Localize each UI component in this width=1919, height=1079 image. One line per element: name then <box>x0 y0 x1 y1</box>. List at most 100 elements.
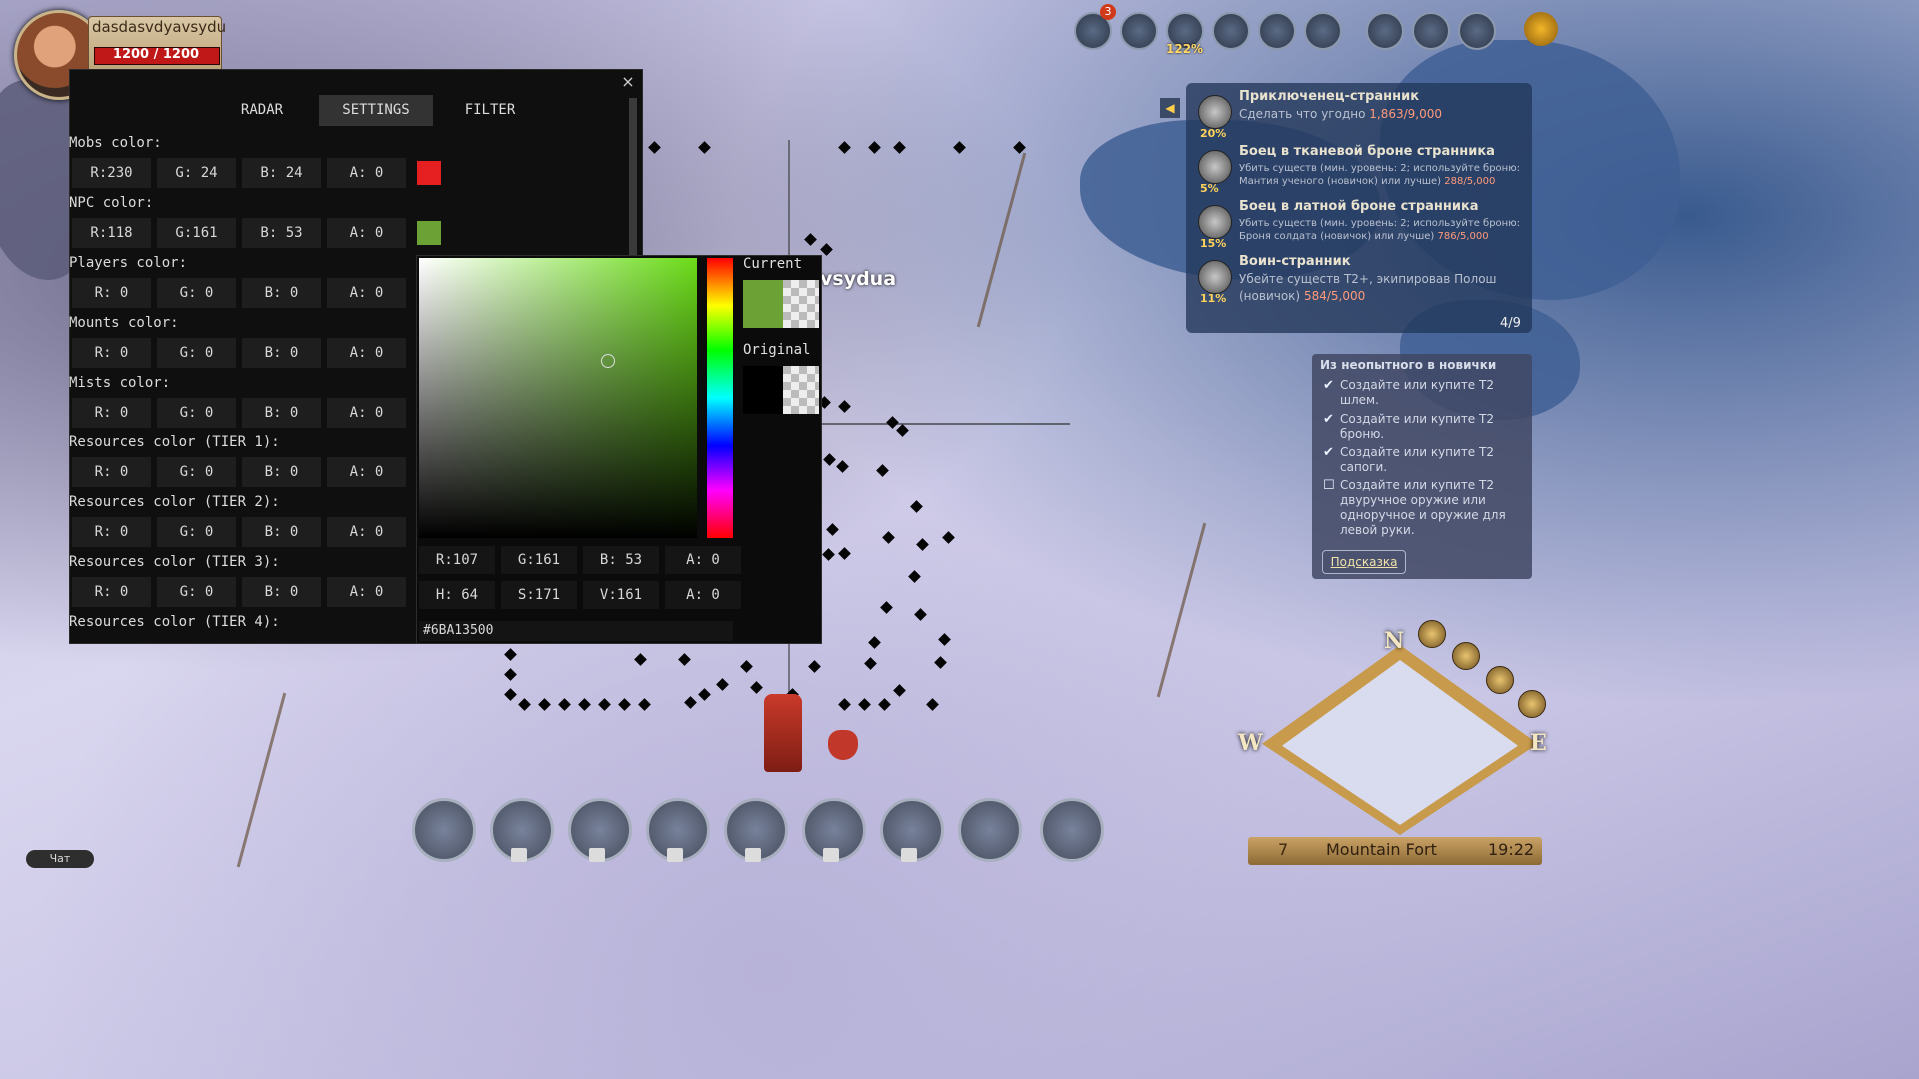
hint-button[interactable]: Подсказка <box>1322 550 1406 574</box>
picker-v-field[interactable]: V:161 <box>583 581 659 609</box>
quest-title: Боец в латной броне странника <box>1239 199 1479 214</box>
inventory-icon[interactable] <box>1120 12 1158 50</box>
tier1-b-field[interactable]: B: 0 <box>242 457 321 487</box>
mobs-b-field[interactable]: B: 24 <box>242 158 321 188</box>
tier1-g-field[interactable]: G: 0 <box>157 457 236 487</box>
players-g-field[interactable]: G: 0 <box>157 278 236 308</box>
radar-dot <box>518 698 531 711</box>
original-preview[interactable] <box>743 366 819 414</box>
picker-b-field[interactable]: B: 53 <box>583 546 659 574</box>
tier3-b-field[interactable]: B: 0 <box>242 577 321 607</box>
radar-dot <box>882 531 895 544</box>
mounts-b-field[interactable]: B: 0 <box>242 338 321 368</box>
players-a-field[interactable]: A: 0 <box>327 278 406 308</box>
destiny-board-icon[interactable] <box>1458 12 1496 50</box>
map-marker-icon[interactable] <box>1518 690 1546 718</box>
picker-r-field[interactable]: R:107 <box>419 546 495 574</box>
picker-a2-field[interactable]: A: 0 <box>665 581 741 609</box>
minimap[interactable] <box>1282 660 1518 825</box>
tier1-r-field[interactable]: R: 0 <box>72 457 151 487</box>
tier2-g-field[interactable]: G: 0 <box>157 517 236 547</box>
picker-s-field[interactable]: S:171 <box>501 581 577 609</box>
radar-dot <box>914 608 927 621</box>
hue-slider[interactable] <box>707 258 733 538</box>
player-character[interactable] <box>764 694 802 772</box>
gear-icon[interactable] <box>1524 12 1558 46</box>
mobs-a-field[interactable]: A: 0 <box>327 158 406 188</box>
close-button[interactable]: × <box>618 72 638 92</box>
collapse-arrow-icon[interactable]: ◀ <box>1160 98 1180 118</box>
player-name: dasdasvdyavsydu <box>92 18 227 36</box>
tier3-a-field[interactable]: A: 0 <box>327 577 406 607</box>
picker-g-field[interactable]: G:161 <box>501 546 577 574</box>
mists-a-field[interactable]: A: 0 <box>327 398 406 428</box>
tier2-b-field[interactable]: B: 0 <box>242 517 321 547</box>
stats-icon[interactable] <box>1258 12 1296 50</box>
radar-dot <box>868 141 881 154</box>
npc-color-swatch[interactable] <box>417 221 441 245</box>
mobs-color-swatch[interactable] <box>417 161 441 185</box>
picker-h-field[interactable]: H: 64 <box>419 581 495 609</box>
tier1-color-label: Resources color (TIER 1): <box>69 434 280 450</box>
players-b-field[interactable]: B: 0 <box>242 278 321 308</box>
radar-dot <box>820 243 833 256</box>
mists-g-field[interactable]: G: 0 <box>157 398 236 428</box>
radar-dot <box>698 688 711 701</box>
tutorial-title: Из неопытного в новички <box>1320 358 1497 372</box>
color-picker: Current Original R:107 G:161 B: 53 A: 0 … <box>416 255 822 644</box>
picker-cursor[interactable] <box>601 354 615 368</box>
radar-dot <box>716 678 729 691</box>
tier1-a-field[interactable]: A: 0 <box>327 457 406 487</box>
mists-b-field[interactable]: B: 0 <box>242 398 321 428</box>
tab-radar[interactable]: RADAR <box>205 95 319 126</box>
npc-r-field[interactable]: R:118 <box>72 218 151 248</box>
tier2-r-field[interactable]: R: 0 <box>72 517 151 547</box>
shop-icon[interactable] <box>1366 12 1404 50</box>
ability-slot-food-icon[interactable] <box>1040 798 1104 862</box>
radar-dot <box>838 698 851 711</box>
radar-dot <box>878 698 891 711</box>
players-r-field[interactable]: R: 0 <box>72 278 151 308</box>
mobs-g-field[interactable]: G: 24 <box>157 158 236 188</box>
radar-dot <box>740 660 753 673</box>
tab-settings[interactable]: SETTINGS <box>319 95 433 126</box>
current-preview <box>743 280 819 328</box>
original-label: Original <box>743 342 811 358</box>
map-zone-icon[interactable] <box>1486 666 1514 694</box>
hex-input[interactable]: #6BA13500 <box>419 621 733 641</box>
friends-icon[interactable] <box>1304 12 1342 50</box>
pet-creature[interactable] <box>828 730 858 760</box>
panel-scrollbar[interactable] <box>629 98 637 258</box>
map-waypoint-icon[interactable] <box>1452 642 1480 670</box>
map-toggle-icon[interactable] <box>1418 620 1446 648</box>
market-icon[interactable] <box>1412 12 1450 50</box>
mists-color-label: Mists color: <box>69 375 171 391</box>
mounts-a-field[interactable]: A: 0 <box>327 338 406 368</box>
tier1-color-row: R: 0 G: 0 B: 0 A: 0 <box>72 457 406 487</box>
ability-slot-potion-icon[interactable] <box>958 798 1022 862</box>
fame-percent: 122% <box>1166 42 1204 56</box>
chat-button[interactable]: Чат <box>26 850 94 868</box>
tab-filter[interactable]: FILTER <box>433 95 547 126</box>
notification-badge: 3 <box>1100 4 1116 20</box>
original-color <box>743 366 783 414</box>
mists-r-field[interactable]: R: 0 <box>72 398 151 428</box>
zone-name: Mountain Fort <box>1326 840 1437 859</box>
npc-a-field[interactable]: A: 0 <box>327 218 406 248</box>
npc-g-field[interactable]: G:161 <box>157 218 236 248</box>
quest-percent: 11% <box>1200 292 1227 305</box>
guild-shield-icon[interactable] <box>1212 12 1250 50</box>
compass-west: W <box>1238 730 1263 756</box>
tier2-a-field[interactable]: A: 0 <box>327 517 406 547</box>
mounts-g-field[interactable]: G: 0 <box>157 338 236 368</box>
picker-a-field[interactable]: A: 0 <box>665 546 741 574</box>
npc-b-field[interactable]: B: 53 <box>242 218 321 248</box>
ability-slot-mount-icon[interactable] <box>412 798 476 862</box>
radar-dot <box>916 538 929 551</box>
mobs-r-field[interactable]: R:230 <box>72 158 151 188</box>
saturation-value-area[interactable] <box>419 258 697 538</box>
tier3-r-field[interactable]: R: 0 <box>72 577 151 607</box>
tier3-g-field[interactable]: G: 0 <box>157 577 236 607</box>
mobs-color-label: Mobs color: <box>69 135 162 151</box>
mounts-r-field[interactable]: R: 0 <box>72 338 151 368</box>
